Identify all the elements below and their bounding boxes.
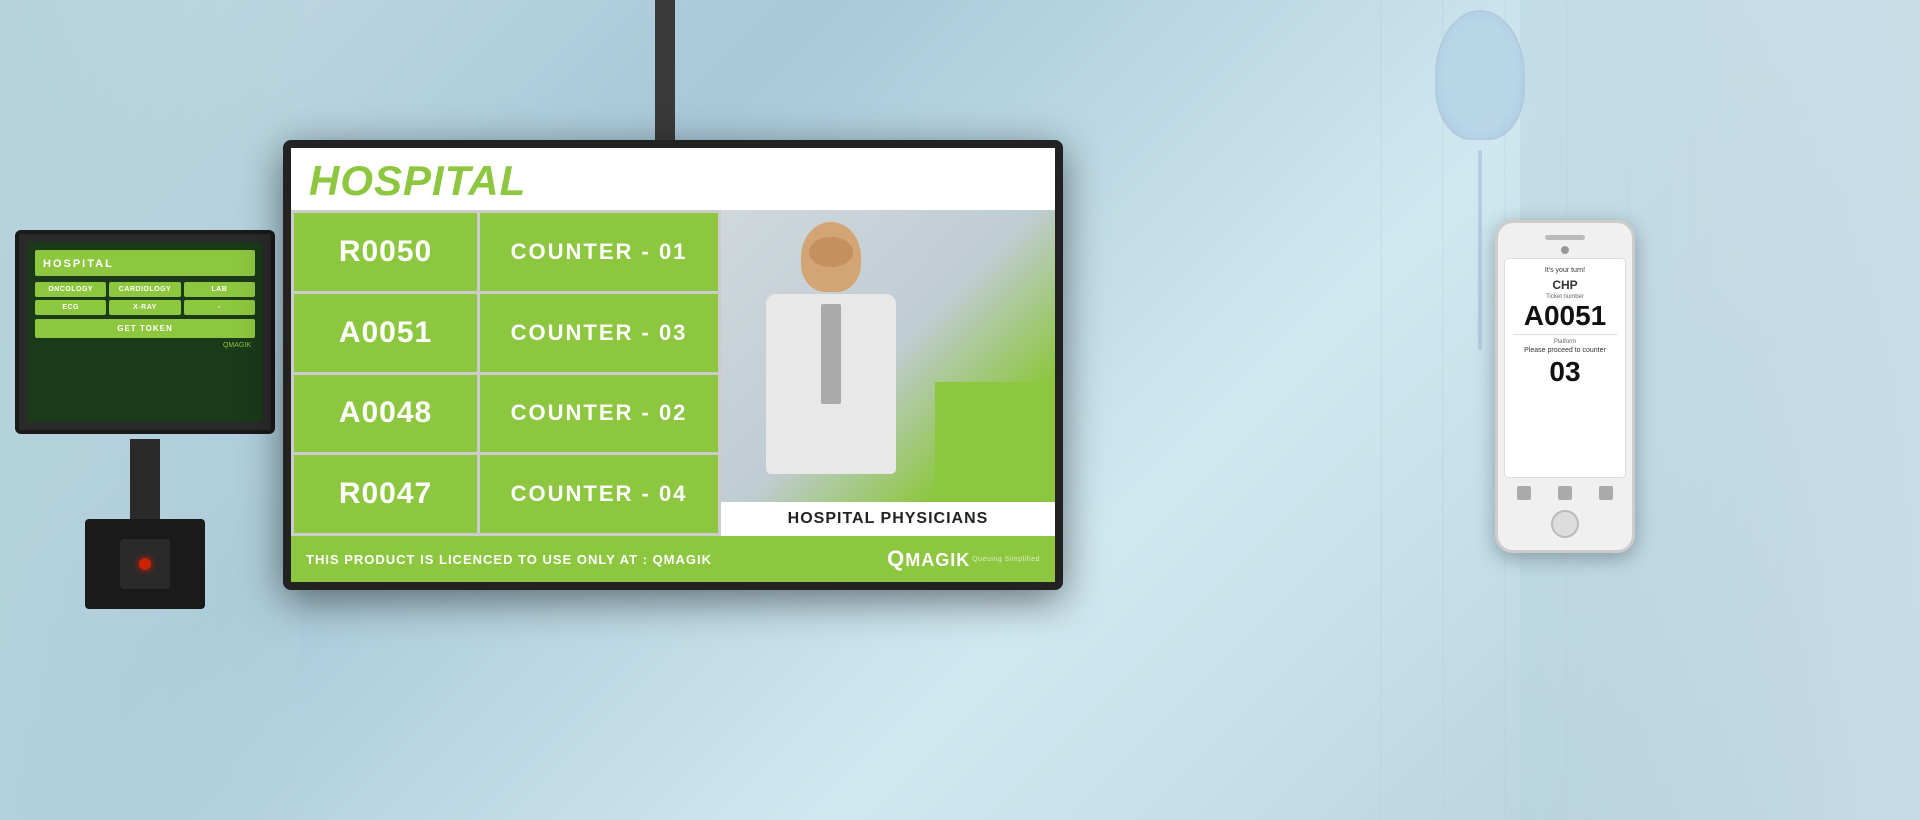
counter-name-4: COUNTER - 04: [480, 455, 718, 533]
phone-platform-label: Platform: [1513, 339, 1617, 345]
phone-screen: It's your turn! CHP Ticket number A0051 …: [1504, 258, 1626, 478]
green-accent-square: [935, 382, 1055, 502]
kiosk-btn-lab[interactable]: LAB: [184, 282, 255, 297]
phone-turn-text: It's your turn!: [1513, 267, 1617, 274]
iv-bag: [1435, 10, 1525, 140]
kiosk-get-token-button[interactable]: GET TOKEN: [35, 319, 255, 338]
phone-divider-1: [1513, 334, 1617, 335]
doctor-image: [721, 210, 1055, 502]
kiosk-terminal: HOSPITAL ONCOLOGY CARDIOLOGY LAB ECG X-R…: [15, 230, 275, 609]
counters-panel: R0050 COUNTER - 01 A0051 COUNTER - 03: [291, 210, 721, 536]
phone-counter-number: 03: [1513, 356, 1617, 388]
tv-inner: HOSPITAL R0050 COUNTER - 01 A0051: [291, 148, 1055, 582]
phone-outer: It's your turn! CHP Ticket number A0051 …: [1495, 220, 1635, 553]
logo-tagline: Queuing Simplified: [972, 556, 1040, 563]
phone-nav-back: [1517, 486, 1531, 500]
kiosk-btn-ecg[interactable]: ECG: [35, 300, 106, 315]
kiosk-screen: HOSPITAL ONCOLOGY CARDIOLOGY LAB ECG X-R…: [27, 242, 263, 422]
counter-ticket-3: A0048: [294, 375, 477, 453]
phone-nav-home: [1558, 486, 1572, 500]
kiosk-housing: HOSPITAL ONCOLOGY CARDIOLOGY LAB ECG X-R…: [15, 230, 275, 434]
tv-title: HOSPITAL: [309, 160, 1037, 202]
doctor-figure: [731, 222, 931, 502]
phone-counter-text: Please proceed to counter: [1513, 347, 1617, 354]
counter-ticket-4: R0047: [294, 455, 477, 533]
fingerprint-led: [139, 558, 151, 570]
counter-name-3: COUNTER - 02: [480, 375, 718, 453]
phone-nav-recent: [1599, 486, 1613, 500]
counter-name-2: COUNTER - 03: [480, 294, 718, 372]
kiosk-services-row2: ECG X-RAY -: [35, 300, 255, 315]
kiosk-services-row1: ONCOLOGY CARDIOLOGY LAB: [35, 282, 255, 297]
kiosk-title: HOSPITAL: [43, 258, 114, 270]
kiosk-btn-cardiology[interactable]: CARDIOLOGY: [109, 282, 180, 297]
doctor-head: [801, 222, 861, 292]
phone-ticket-number: A0051: [1513, 302, 1617, 330]
counter-row-2: A0051 COUNTER - 03: [294, 294, 718, 372]
tv-mount-cable: [655, 0, 675, 140]
tv-header: HOSPITAL: [291, 148, 1055, 210]
kiosk-stand: [130, 439, 160, 519]
qmagik-logo: Q MAGIK: [887, 546, 970, 572]
tv-footer: THIS PRODUCT IS LICENCED TO USE ONLY AT …: [291, 536, 1055, 582]
logo-q: Q: [887, 546, 904, 572]
counter-row-3: A0048 COUNTER - 02: [294, 375, 718, 453]
physician-label: HOSPITAL PHYSICIANS: [721, 502, 1055, 536]
footer-license-text: THIS PRODUCT IS LICENCED TO USE ONLY AT …: [306, 552, 712, 567]
logo-magik: MAGIK: [905, 550, 970, 571]
phone-speaker: [1545, 235, 1585, 240]
image-panel: HOSPITAL PHYSICIANS: [721, 210, 1055, 536]
iv-tube: [1478, 150, 1482, 350]
counter-ticket-2: A0051: [294, 294, 477, 372]
doctor-body: [766, 294, 896, 474]
kiosk-header: HOSPITAL: [35, 250, 255, 276]
counter-name-1: COUNTER - 01: [480, 213, 718, 291]
counter-row-1: R0050 COUNTER - 01: [294, 213, 718, 291]
fingerprint-reader: [85, 519, 205, 609]
phone-org: CHP: [1513, 278, 1617, 292]
counter-ticket-1: R0050: [294, 213, 477, 291]
footer-logo: Q MAGIK Queuing Simplified: [887, 546, 1040, 572]
phone-camera: [1561, 246, 1569, 254]
tv-content: R0050 COUNTER - 01 A0051 COUNTER - 03: [291, 210, 1055, 536]
fingerprint-sensor: [120, 539, 170, 589]
counter-row-4: R0047 COUNTER - 04: [294, 455, 718, 533]
kiosk-brand-label: QMAGIK: [35, 342, 255, 349]
tv-display: HOSPITAL R0050 COUNTER - 01 A0051: [283, 140, 1063, 590]
smartphone: It's your turn! CHP Ticket number A0051 …: [1495, 220, 1635, 553]
kiosk-btn-xray[interactable]: X-RAY: [109, 300, 180, 315]
phone-nav-bar: [1504, 482, 1626, 504]
kiosk-btn-oncology[interactable]: ONCOLOGY: [35, 282, 106, 297]
kiosk-btn-dash[interactable]: -: [184, 300, 255, 315]
phone-home-button[interactable]: [1551, 510, 1579, 538]
